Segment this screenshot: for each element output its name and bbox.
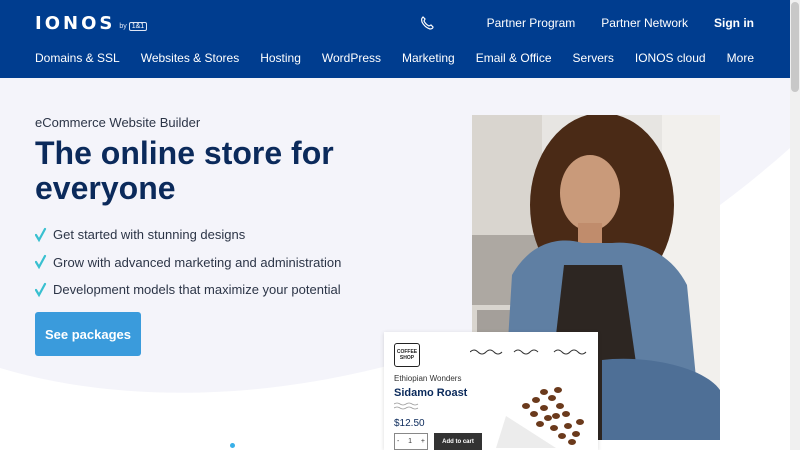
feature-list: Get started with stunning designs Grow w…	[35, 221, 341, 304]
product-origin: Ethiopian Wonders	[394, 374, 462, 383]
check-icon	[35, 255, 47, 270]
feature-text: Get started with stunning designs	[53, 227, 246, 243]
ionos-logo[interactable]: IONOS by 1&1	[35, 13, 148, 34]
product-name: Sidamo Roast	[394, 387, 468, 399]
nav-marketing[interactable]: Marketing	[402, 51, 455, 65]
scrollbar[interactable]	[790, 0, 800, 450]
feature-item: Get started with stunning designs	[35, 221, 341, 249]
nav-more[interactable]: More	[727, 51, 754, 65]
sign-in-link[interactable]: Sign in	[714, 16, 754, 30]
wave-underline	[394, 402, 419, 410]
quantity-stepper[interactable]: - 1 +	[394, 433, 428, 450]
partner-network-link[interactable]: Partner Network	[601, 16, 688, 30]
feature-text: Development models that maximize your po…	[53, 282, 341, 298]
nav-servers[interactable]: Servers	[573, 51, 614, 65]
nav-websites-stores[interactable]: Websites & Stores	[141, 51, 239, 65]
quantity-value: 1	[408, 438, 413, 445]
feature-item: Development models that maximize your po…	[35, 276, 341, 304]
site-header: IONOS by 1&1 Partner Program Partner Net…	[0, 0, 790, 78]
coffee-beans-image	[496, 387, 584, 448]
logo-text: IONOS	[35, 13, 116, 34]
coffee-shop-logo: COFFEE SHOP	[394, 343, 420, 367]
logo-badge: 1&1	[128, 22, 148, 31]
scroll-thumb[interactable]	[791, 2, 799, 92]
nav-wordpress[interactable]: WordPress	[322, 51, 381, 65]
main-nav: Domains & SSL Websites & Stores Hosting …	[35, 51, 727, 65]
hero-headline: The online store for everyone	[35, 135, 334, 206]
shop-logo-line: SHOP	[399, 355, 415, 361]
feature-text: Grow with advanced marketing and adminis…	[53, 254, 342, 270]
nav-domains-ssl[interactable]: Domains & SSL	[35, 51, 120, 65]
feature-item: Grow with advanced marketing and adminis…	[35, 249, 341, 277]
add-to-cart-button[interactable]: Add to cart	[434, 433, 482, 450]
check-icon	[35, 227, 47, 242]
quantity-increase[interactable]: +	[421, 438, 425, 445]
wave-divider	[470, 349, 587, 355]
phone-icon[interactable]	[417, 14, 437, 32]
nav-hosting[interactable]: Hosting	[260, 51, 301, 65]
check-icon	[35, 282, 47, 297]
quantity-decrease[interactable]: -	[397, 438, 399, 445]
hero-eyebrow: eCommerce Website Builder	[35, 115, 201, 130]
nav-ionos-cloud[interactable]: IONOS cloud	[635, 51, 706, 65]
partner-program-link[interactable]: Partner Program	[487, 16, 576, 30]
product-card: COFFEE SHOP Ethiopian Wonders Sidamo Roa…	[384, 332, 598, 450]
product-price: $12.50	[394, 418, 425, 429]
see-packages-button[interactable]: See packages	[35, 312, 141, 356]
carousel-dot[interactable]	[230, 443, 235, 448]
nav-email-office[interactable]: Email & Office	[476, 51, 552, 65]
logo-by: by	[119, 23, 127, 30]
top-links: Partner Program Partner Network Sign in	[417, 14, 754, 32]
